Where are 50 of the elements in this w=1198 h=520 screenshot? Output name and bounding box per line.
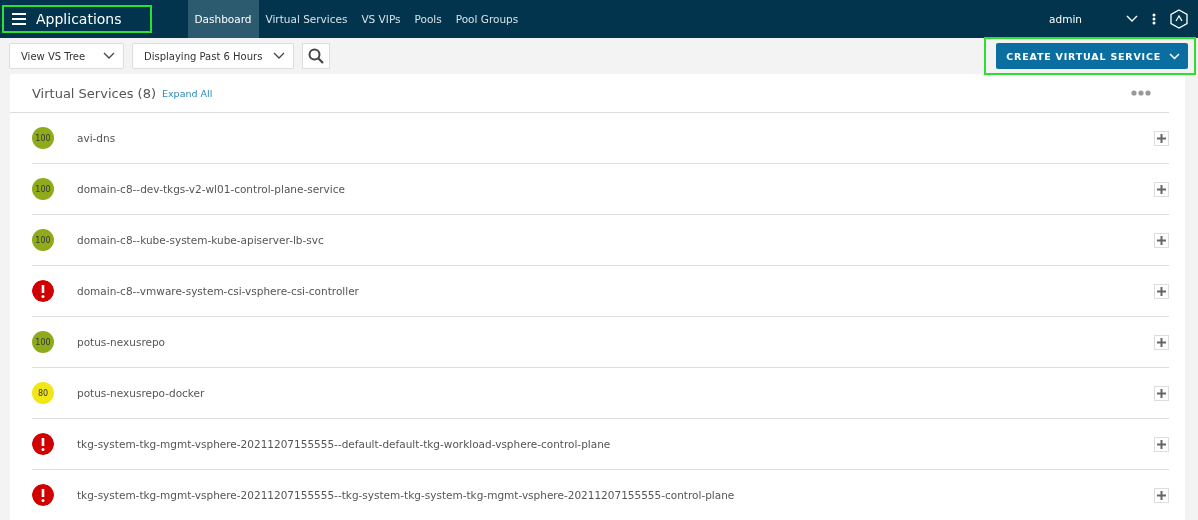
expand-button[interactable] (1154, 181, 1169, 197)
search-button[interactable] (302, 43, 330, 69)
plus-icon (1157, 388, 1166, 398)
expand-button[interactable] (1154, 436, 1169, 452)
service-name[interactable]: tkg-system-tkg-mgmt-vsphere-20211207155555--default-default-tkg-workload-vsphere-control-plane (77, 438, 611, 450)
nav-tab[interactable]: VS VIPs (354, 0, 408, 38)
chevron-down-icon (103, 52, 115, 60)
menu-icon[interactable] (12, 13, 26, 25)
plus-icon (1157, 490, 1166, 500)
nav-tab[interactable]: Pools (407, 0, 449, 38)
service-name[interactable]: tkg-system-tkg-mgmt-vsphere-20211207155555--tkg-system-tkg-system-tkg-mgmt-vsphere-20211207155555-control-plane (77, 489, 735, 501)
chevron-down-icon (1169, 52, 1180, 60)
service-name[interactable]: domain-c8--vmware-system-csi-vsphere-csi-controller (77, 285, 359, 297)
nav-tab[interactable]: Dashboard (187, 0, 259, 38)
plus-icon (1157, 439, 1166, 449)
expand-all-link[interactable]: Expand All (162, 87, 213, 99)
expand-button[interactable] (1154, 130, 1169, 146)
health-score: 100 (32, 229, 54, 251)
plus-icon (1157, 133, 1166, 143)
health-score: 100 (32, 127, 54, 149)
service-name[interactable]: domain-c8--dev-tkgs-v2-wl01-control-plane-service (77, 183, 345, 195)
search-icon (308, 48, 324, 64)
expand-button[interactable] (1154, 385, 1169, 401)
plus-icon (1157, 286, 1166, 296)
user-name[interactable]: admin (1049, 13, 1082, 25)
expand-button[interactable] (1154, 334, 1169, 350)
create-button[interactable]: CREATE VIRTUAL SERVICE (996, 43, 1188, 69)
hexagon-logo-icon[interactable] (1170, 9, 1188, 29)
expand-button[interactable] (1154, 487, 1169, 503)
service-name[interactable]: avi-dns (77, 132, 116, 144)
plus-icon (1157, 184, 1166, 194)
time-range-dropdown[interactable]: Displaying Past 6 Hours (132, 43, 294, 69)
expand-button[interactable] (1154, 283, 1169, 299)
health-score: 100 (32, 331, 54, 353)
more-icon[interactable] (1152, 13, 1156, 25)
service-name[interactable]: potus-nexusrepo-docker (77, 387, 205, 399)
app-title: Applications (36, 11, 122, 27)
plus-icon (1157, 337, 1166, 347)
plus-icon (1157, 235, 1166, 245)
chevron-down-icon[interactable] (1126, 15, 1138, 23)
view-dropdown[interactable]: View VS Tree (9, 43, 124, 69)
list-title: Virtual Services (8) (32, 85, 156, 101)
service-name[interactable]: domain-c8--kube-system-kube-apiserver-lb-svc (77, 234, 324, 246)
chevron-down-icon (273, 52, 285, 60)
health-score: 80 (32, 382, 54, 404)
expand-button[interactable] (1154, 232, 1169, 248)
nav-tab[interactable]: Pool Groups (448, 0, 526, 38)
nav-tab[interactable]: Virtual Services (258, 0, 355, 38)
health-score: 100 (32, 178, 54, 200)
service-name[interactable]: potus-nexusrepo (77, 336, 166, 348)
